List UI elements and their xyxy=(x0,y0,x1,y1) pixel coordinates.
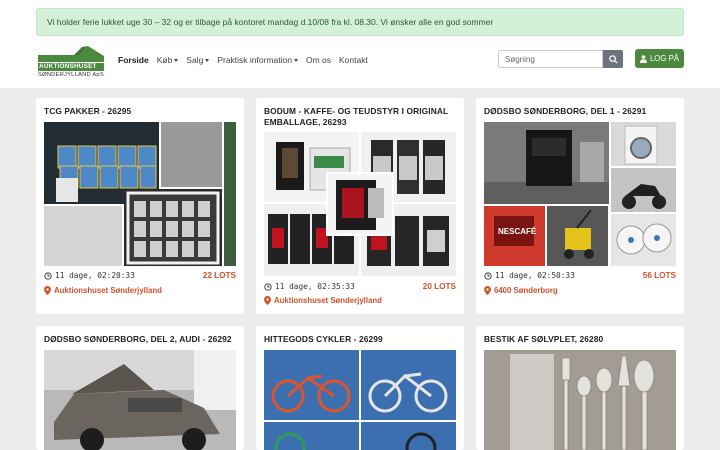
product-photo xyxy=(224,122,236,266)
auction-title: HITTEGODS CYKLER - 26299 xyxy=(264,334,383,344)
auction-meta: 11 dage, 02:35:33 20 LOTS xyxy=(264,282,456,294)
nav-praktisk[interactable]: Praktisk information xyxy=(217,55,298,69)
svg-text:NESCAFÉ: NESCAFÉ xyxy=(498,227,537,236)
product-photo xyxy=(547,206,608,266)
product-photo xyxy=(611,214,676,266)
chevron-down-icon xyxy=(174,59,179,63)
main-nav: Forside Køb Salg Praktisk information Om… xyxy=(118,55,368,69)
countdown-text: 11 dage, 02:50:33 xyxy=(495,271,575,280)
product-photo xyxy=(264,350,359,420)
auction-location[interactable]: Auktionshuset Sønderjylland xyxy=(264,296,456,305)
lots-count: 56 LOTS xyxy=(642,271,676,280)
product-photo xyxy=(361,350,456,420)
product-photo xyxy=(611,122,676,166)
auction-card[interactable]: DØDSBO SØNDERBORG, DEL 2, AUDI - 26292 xyxy=(36,326,244,450)
logo-house-icon xyxy=(38,46,104,62)
product-photo xyxy=(484,350,676,450)
product-photo xyxy=(264,422,359,450)
product-photo xyxy=(611,168,676,212)
nav-kontakt[interactable]: Kontakt xyxy=(339,55,368,69)
product-photo xyxy=(44,350,236,450)
map-marker-icon xyxy=(484,286,491,295)
location-text: Auktionshuset Sønderjylland xyxy=(54,286,162,295)
auction-images[interactable] xyxy=(264,132,456,276)
clock-icon xyxy=(484,271,492,280)
map-marker-icon xyxy=(264,296,271,305)
lots-count: 22 LOTS xyxy=(202,271,236,280)
auction-images[interactable] xyxy=(44,122,236,266)
holiday-alert: Vi holder ferie lukket uge 30 – 32 og er… xyxy=(36,8,684,36)
auction-title: DØDSBO SØNDERBORG, DEL 2, AUDI - 26292 xyxy=(44,334,232,344)
product-photo xyxy=(124,189,222,266)
product-photo: NESCAFÉ xyxy=(484,206,545,266)
auction-meta: 11 dage, 02:20:33 22 LOTS xyxy=(44,271,236,283)
logo-brand: AUKTIONSHUSET xyxy=(38,63,104,71)
auction-card[interactable]: BODUM - KAFFE- OG TEUDSTYR I ORIGINAL EM… xyxy=(256,98,464,314)
auction-images[interactable] xyxy=(44,350,236,450)
product-photo xyxy=(361,422,456,450)
product-photo xyxy=(44,206,122,266)
clock-icon xyxy=(44,271,52,280)
auction-title: BESTIK AF SØLVPLET, 26280 xyxy=(484,334,604,344)
countdown-text: 11 dage, 02:35:33 xyxy=(275,282,355,291)
nav-koeb-label: Køb xyxy=(156,55,173,65)
auction-images[interactable] xyxy=(484,350,676,450)
auction-card[interactable]: TCG PAKKER - 26295 11 dage, 02:20:33 22 … xyxy=(36,98,244,314)
nav-praktisk-label: Praktisk information xyxy=(217,55,292,65)
nav-koeb[interactable]: Køb xyxy=(157,55,179,69)
auction-title: DØDSBO SØNDERBORG, DEL 1 - 26291 xyxy=(484,106,647,116)
header: Vi holder ferie lukket uge 30 – 32 og er… xyxy=(0,0,720,88)
user-icon xyxy=(639,54,647,63)
auction-title: BODUM - KAFFE- OG TEUDSTYR I ORIGINAL EM… xyxy=(264,106,449,127)
search-button[interactable] xyxy=(603,50,623,68)
logo[interactable]: AUKTIONSHUSET SØNDERJYLLAND ApS xyxy=(38,44,108,80)
nav-forside[interactable]: Forside xyxy=(118,55,149,69)
countdown: 11 dage, 02:50:33 xyxy=(484,271,575,280)
lots-count: 20 LOTS xyxy=(422,282,456,291)
nav-salg[interactable]: Salg xyxy=(186,55,210,69)
auction-title: TCG PAKKER - 26295 xyxy=(44,106,132,116)
search-input[interactable] xyxy=(498,50,603,68)
logo-sub: SØNDERJYLLAND ApS xyxy=(38,72,104,78)
auction-card[interactable]: BESTIK AF SØLVPLET, 26280 xyxy=(476,326,684,450)
clock-icon xyxy=(264,282,272,291)
location-text: Auktionshuset Sønderjylland xyxy=(274,296,382,305)
auction-meta: 11 dage, 02:50:33 56 LOTS xyxy=(484,271,676,283)
map-marker-icon xyxy=(44,286,51,295)
search-icon xyxy=(608,54,618,64)
chevron-down-icon xyxy=(205,59,210,63)
nav-om-os[interactable]: Om os xyxy=(306,55,331,69)
auction-location[interactable]: 6400 Sønderborg xyxy=(484,286,676,295)
product-photo xyxy=(161,122,222,187)
nav-salg-label: Salg xyxy=(186,55,204,65)
auction-images[interactable] xyxy=(264,350,456,450)
product-photo xyxy=(326,172,394,236)
auction-card[interactable]: DØDSBO SØNDERBORG, DEL 1 - 26291 NESCAFÉ… xyxy=(476,98,684,314)
product-photo xyxy=(484,122,609,204)
auction-location[interactable]: Auktionshuset Sønderjylland xyxy=(44,286,236,295)
login-button[interactable]: LOG PÅ xyxy=(635,49,684,68)
location-text: 6400 Sønderborg xyxy=(494,286,558,295)
countdown: 11 dage, 02:20:33 xyxy=(44,271,135,280)
auction-images[interactable]: NESCAFÉ xyxy=(484,122,676,266)
chevron-down-icon xyxy=(293,59,298,63)
auction-card[interactable]: HITTEGODS CYKLER - 26299 xyxy=(256,326,464,450)
login-label: LOG PÅ xyxy=(649,54,680,63)
countdown-text: 11 dage, 02:20:33 xyxy=(55,271,135,280)
countdown: 11 dage, 02:35:33 xyxy=(264,282,355,291)
